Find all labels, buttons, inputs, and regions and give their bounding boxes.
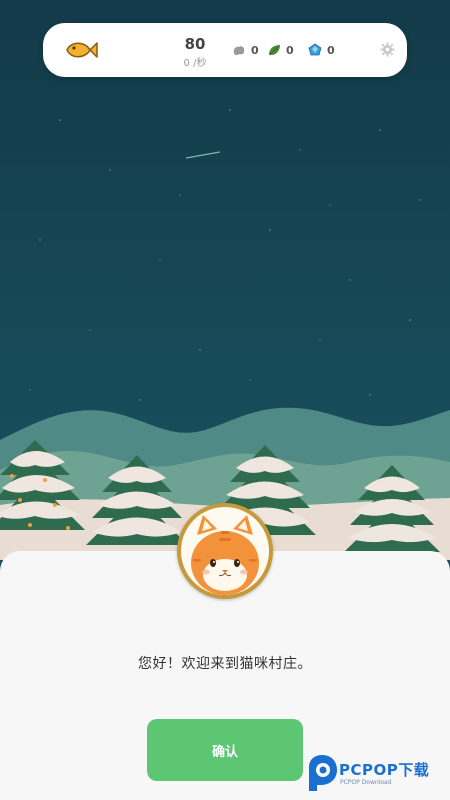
confirm-button[interactable]: 确认 [147, 719, 303, 781]
watermark: PCPOP下载 PCPOP Download [303, 750, 450, 798]
cat-face [191, 515, 259, 595]
fish-icon[interactable] [63, 38, 99, 62]
welcome-message: 您好！欢迎来到猫咪村庄。 [138, 656, 312, 672]
stone-count: 0 [251, 43, 259, 57]
leaf-count: 0 [286, 43, 294, 57]
watermark-brand: PCPOP下载 [339, 761, 430, 779]
coin-count: 80 [184, 35, 206, 53]
gear-icon[interactable] [380, 42, 395, 57]
stone-icon [233, 46, 245, 56]
gem-count: 0 [327, 43, 335, 57]
stone-resource[interactable]: 0 [232, 41, 259, 59]
resource-bar: 80 0 /秒 0 0 0 [43, 23, 407, 77]
leaf-resource[interactable]: 0 [267, 41, 294, 59]
watermark-sub: PCPOP Download [340, 779, 392, 786]
gem-resource[interactable]: 0 [308, 41, 335, 59]
gem-icon [308, 43, 322, 56]
coin-rate: 0 /秒 [183, 58, 207, 69]
cat-avatar-icon [177, 503, 273, 599]
pcpop-logo-icon [309, 755, 337, 791]
shooting-star [185, 151, 221, 159]
leaf-icon [269, 45, 280, 56]
stars [29, 109, 421, 401]
